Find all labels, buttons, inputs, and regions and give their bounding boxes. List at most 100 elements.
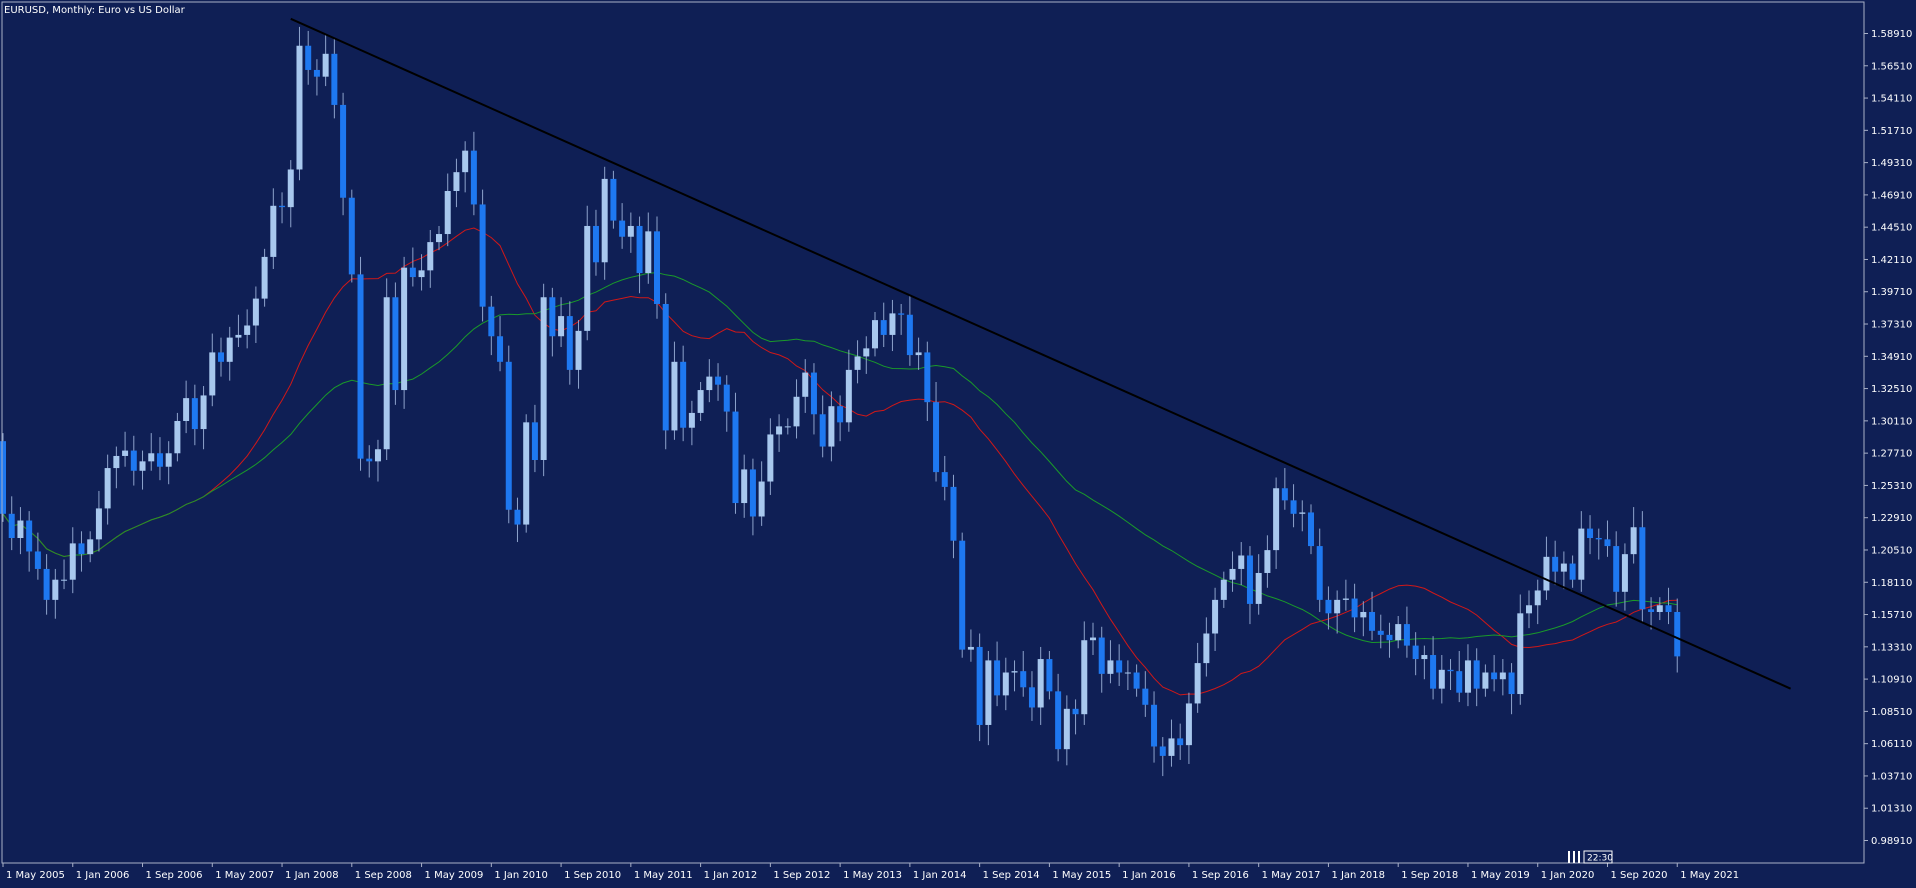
candle-body <box>1403 624 1410 646</box>
time-tick-label: 1 Jan 2006 <box>76 870 130 881</box>
candle-body <box>340 104 347 198</box>
candle-body <box>78 543 85 555</box>
price-tick-label: 1.39710 <box>1871 287 1912 298</box>
candle-body <box>43 568 50 600</box>
time-tick-label: 1 Jan 2014 <box>913 870 967 881</box>
candle-body <box>1630 527 1637 555</box>
chart-window: 1.58910 1.56510 1.54110 1.51710 1.49310 1.469… <box>0 0 1916 888</box>
candle-body <box>575 330 582 370</box>
candle-body <box>1151 704 1158 747</box>
candle-body <box>1124 672 1131 674</box>
candle-body <box>1447 669 1454 672</box>
price-tick-label: 1.01310 <box>1871 804 1912 815</box>
candle-body <box>209 352 216 396</box>
candle-body <box>1674 611 1681 657</box>
candle-body <box>566 316 573 370</box>
candle-body <box>453 172 460 191</box>
time-tick-label: 1 Sep 2006 <box>146 870 203 881</box>
time-tick-label: 1 Sep 2008 <box>355 870 412 881</box>
candle-body <box>688 412 695 428</box>
candle-body <box>488 306 495 337</box>
candle-body <box>898 313 905 315</box>
candle-body <box>959 540 966 650</box>
candle-body <box>1377 630 1384 635</box>
candle-body <box>34 551 41 569</box>
candle-body <box>374 449 381 462</box>
candle-body <box>1072 708 1079 715</box>
candle-body <box>715 376 722 385</box>
price-tick-label: 0.98910 <box>1871 836 1912 847</box>
candle-body <box>1526 605 1532 614</box>
candle-body <box>793 396 800 427</box>
candle-body <box>427 242 434 271</box>
price-tick-label: 1.37310 <box>1871 320 1912 331</box>
candle-body <box>261 256 268 299</box>
candle-body <box>1090 637 1096 641</box>
candle-body <box>1656 605 1663 612</box>
candle-body <box>1595 538 1602 540</box>
candle-body <box>348 197 355 275</box>
candle-body <box>1648 609 1655 612</box>
candle-body <box>1063 708 1070 750</box>
candle-body <box>122 450 129 456</box>
candle-body <box>1081 640 1088 715</box>
price-chart[interactable]: 1.58910 1.56510 1.54110 1.51710 1.49310 1.469… <box>0 0 1916 888</box>
time-tick-label: 1 Sep 2014 <box>983 870 1040 881</box>
candle-body <box>1560 563 1567 572</box>
price-tick-label: 1.13310 <box>1871 642 1912 653</box>
candle-body <box>1386 634 1393 641</box>
candle-body <box>1412 645 1419 660</box>
candle-body <box>549 297 556 337</box>
candle-body <box>749 469 756 517</box>
candle-body <box>505 361 512 510</box>
candle-body <box>784 426 791 428</box>
time-tick-label: 1 May 2021 <box>1680 870 1739 881</box>
chart-background <box>0 0 1916 888</box>
candle-body <box>1299 512 1306 514</box>
price-tick-label: 1.51710 <box>1871 126 1912 137</box>
candle-body <box>1194 663 1201 704</box>
candle-body <box>994 660 1001 696</box>
candle-body <box>296 45 303 170</box>
price-tick-label: 1.32510 <box>1871 384 1912 395</box>
time-tick-label: 1 Jan 2012 <box>704 870 758 881</box>
candle-body <box>671 361 678 431</box>
price-tick-label: 1.03710 <box>1871 771 1912 782</box>
candle-body <box>1508 672 1515 695</box>
candle-body <box>1621 554 1628 592</box>
candle-body <box>1395 624 1402 641</box>
candle-body <box>252 298 259 326</box>
candle-body <box>697 390 704 413</box>
candle-body <box>1604 539 1611 547</box>
candle-body <box>444 190 451 235</box>
candle-body <box>418 270 425 278</box>
candle-body <box>1037 659 1044 708</box>
candle-body <box>1351 598 1358 618</box>
candle-body <box>976 646 983 725</box>
candle-body <box>531 422 538 460</box>
price-tick-label: 1.49310 <box>1871 158 1912 169</box>
price-tick-label: 1.46910 <box>1871 190 1912 201</box>
candle-body <box>305 45 312 70</box>
candle-body <box>287 169 294 208</box>
candle-body <box>610 178 617 221</box>
candle-body <box>244 325 251 335</box>
time-tick-label: 1 May 2019 <box>1471 870 1530 881</box>
candle-body <box>87 539 94 555</box>
price-tick-label: 1.20510 <box>1871 545 1912 556</box>
candle-body <box>1246 555 1253 604</box>
candle-body <box>409 267 416 278</box>
candle-body <box>331 53 338 105</box>
candle-body <box>1264 550 1271 573</box>
time-tick-label: 1 Sep 2012 <box>773 870 830 881</box>
candle-body <box>113 455 120 469</box>
candle-body <box>514 509 521 525</box>
candle-body <box>270 205 277 257</box>
price-tick-label: 1.30110 <box>1871 416 1912 427</box>
candle-body <box>1203 633 1210 664</box>
candle-body <box>1055 691 1062 750</box>
candle-body <box>1238 555 1245 569</box>
candle-body <box>1168 738 1175 756</box>
candle-body <box>1482 672 1489 689</box>
chart-title: EURUSD, Monthly: Euro vs US Dollar <box>4 5 186 16</box>
